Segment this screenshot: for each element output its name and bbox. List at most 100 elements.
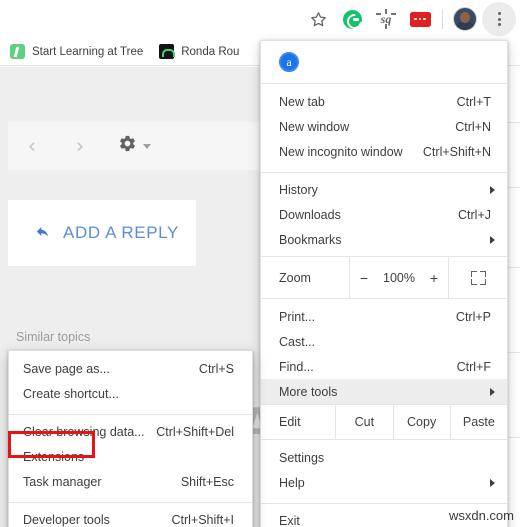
- menu-divider: [9, 502, 252, 503]
- extension-button[interactable]: sq: [369, 2, 403, 36]
- menu-item-accel: Shift+Esc: [180, 474, 234, 489]
- menu-item-label: Bookmarks: [279, 232, 342, 247]
- chevron-right-icon: [490, 185, 495, 194]
- gear-icon: [118, 134, 137, 158]
- paste-button[interactable]: Paste: [451, 405, 507, 439]
- menu-item-accel: Ctrl+Shift+Del: [156, 424, 234, 439]
- profile-avatar-button[interactable]: [448, 2, 482, 36]
- menu-item-label: Cast...: [279, 334, 316, 349]
- red-extension-icon: [409, 11, 431, 27]
- menu-item-label: Clear browsing data...: [23, 424, 145, 439]
- menu-item-label: History: [279, 182, 318, 197]
- bookmark-label: Ronda Rou: [181, 45, 240, 58]
- submenu-item-extensions[interactable]: Extensions: [9, 444, 252, 469]
- more-tools-submenu: Save page as... Ctrl+S Create shortcut..…: [8, 350, 253, 527]
- bookmark-star-button[interactable]: [301, 2, 335, 36]
- fullscreen-button[interactable]: [449, 257, 507, 298]
- menu-edit-row: Edit Cut Copy Paste: [261, 405, 507, 439]
- toolbar-divider: [442, 9, 443, 29]
- menu-item-label: Create shortcut...: [23, 386, 119, 401]
- menu-zoom-row: Zoom − 100% +: [261, 257, 507, 298]
- zoom-out-button[interactable]: −: [355, 270, 373, 286]
- bookmark-item-ronda[interactable]: Ronda Rou: [159, 44, 239, 59]
- menu-item-label: Print...: [279, 309, 316, 324]
- next-page-button[interactable]: ›: [56, 135, 104, 157]
- extension-icon: sq: [376, 9, 396, 29]
- chevron-down-icon: [143, 143, 151, 149]
- menu-item-label: Developer tools: [23, 512, 110, 527]
- menu-item-find[interactable]: Find... Ctrl+F: [261, 354, 507, 379]
- menu-item-label: Settings: [279, 450, 325, 465]
- submenu-item-create-shortcut[interactable]: Create shortcut...: [9, 381, 252, 406]
- grammarly-extension-icon: [342, 9, 362, 29]
- zoom-in-button[interactable]: +: [425, 270, 443, 286]
- menu-item-label: Find...: [279, 359, 314, 374]
- menu-item-more-tools[interactable]: More tools: [261, 379, 507, 404]
- menu-item-accel: Ctrl+F: [456, 359, 491, 374]
- menu-divider: [261, 503, 507, 504]
- menu-item-label: New tab: [279, 94, 325, 109]
- menu-item-accel: Ctrl+T: [456, 94, 491, 109]
- fullscreen-icon: [470, 270, 486, 285]
- menu-item-label: Downloads: [279, 207, 341, 222]
- menu-item-accel: Ctrl+Shift+I: [171, 512, 234, 527]
- account-avatar-icon: a: [279, 52, 299, 72]
- menu-item-accel: Ctrl+P: [455, 309, 491, 324]
- avatar: [453, 7, 477, 31]
- submenu-item-task-manager[interactable]: Task manager Shift+Esc: [9, 469, 252, 494]
- menu-item-settings[interactable]: Settings: [261, 445, 507, 470]
- chrome-main-menu: a New tab Ctrl+T New window Ctrl+N New i…: [260, 40, 508, 527]
- chevron-right-icon: [490, 478, 495, 487]
- grammarly-extension-button[interactable]: [335, 2, 369, 36]
- bookmark-item-treehouse[interactable]: Start Learning at Tree: [10, 44, 143, 59]
- chevron-right-icon: [490, 235, 495, 244]
- cut-button[interactable]: Cut: [336, 405, 394, 439]
- menu-item-new-incognito-window[interactable]: New incognito window Ctrl+Shift+N: [261, 139, 507, 164]
- red-extension-button[interactable]: [403, 2, 437, 36]
- menu-item-new-tab[interactable]: New tab Ctrl+T: [261, 89, 507, 114]
- menu-divider: [261, 172, 507, 173]
- treehouse-icon: [10, 44, 25, 59]
- menu-item-label: New incognito window: [279, 144, 403, 159]
- chrome-menu-icon: [497, 12, 501, 26]
- zoom-label: Zoom: [279, 270, 311, 285]
- menu-item-history[interactable]: History: [261, 177, 507, 202]
- site-watermark: wsxdn.com: [448, 508, 514, 523]
- menu-item-print[interactable]: Print... Ctrl+P: [261, 304, 507, 329]
- bookmark-label: Start Learning at Tree: [32, 45, 144, 58]
- settings-gear-button[interactable]: [118, 134, 151, 158]
- chrome-menu-button[interactable]: [482, 2, 516, 36]
- edit-label: Edit: [261, 405, 337, 439]
- menu-item-cast[interactable]: Cast...: [261, 329, 507, 354]
- menu-item-accel: Ctrl+J: [458, 207, 491, 222]
- menu-item-accel: Ctrl+S: [198, 361, 234, 376]
- submenu-item-save-page-as[interactable]: Save page as... Ctrl+S: [9, 356, 252, 381]
- similar-topics-label: Similar topics: [16, 330, 91, 344]
- menu-item-downloads[interactable]: Downloads Ctrl+J: [261, 202, 507, 227]
- reply-arrow-icon: [34, 224, 51, 242]
- zoom-level-value: 100%: [383, 270, 415, 285]
- menu-account-row[interactable]: a: [261, 41, 507, 83]
- menu-item-label: Extensions: [23, 449, 85, 464]
- submenu-item-clear-browsing-data[interactable]: Clear browsing data... Ctrl+Shift+Del: [9, 419, 252, 444]
- menu-divider: [9, 414, 252, 415]
- menu-item-label: Task manager: [23, 474, 102, 489]
- add-a-reply-label: ADD A REPLY: [63, 223, 179, 242]
- menu-item-bookmarks[interactable]: Bookmarks: [261, 227, 507, 252]
- prev-page-button[interactable]: ‹: [8, 135, 56, 157]
- chevron-right-icon: [490, 387, 495, 396]
- menu-item-accel: Ctrl+Shift+N: [422, 144, 491, 159]
- menu-item-help[interactable]: Help: [261, 470, 507, 495]
- menu-item-accel: Ctrl+N: [455, 119, 491, 134]
- menu-item-new-window[interactable]: New window Ctrl+N: [261, 114, 507, 139]
- menu-item-label: Save page as...: [23, 361, 110, 376]
- bookmark-star-icon: [309, 10, 328, 29]
- add-a-reply-card[interactable]: ADD A REPLY: [8, 200, 196, 266]
- menu-item-label: Help: [279, 475, 305, 490]
- menu-item-label: More tools: [279, 384, 338, 399]
- headphones-icon: [159, 44, 176, 59]
- copy-button[interactable]: Copy: [394, 405, 451, 439]
- submenu-item-developer-tools[interactable]: Developer tools Ctrl+Shift+I: [9, 507, 252, 527]
- menu-item-label: New window: [279, 119, 350, 134]
- browser-toolbar: sq: [0, 0, 520, 38]
